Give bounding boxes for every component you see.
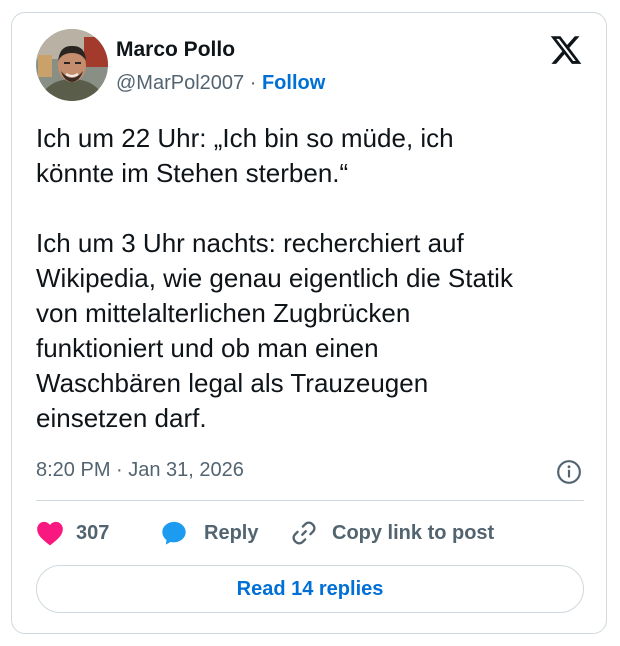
heart-icon [37,521,63,546]
speech-bubble-icon [162,521,186,545]
likes-count: 307 [76,522,110,544]
copy-link-label: Copy link to post [332,522,495,544]
copy-link-button[interactable]: Copy link to post [290,518,494,548]
x-logo-icon[interactable] [549,33,583,67]
author-handle-row: @MarPol2007 · Follow [116,71,325,95]
handle-separator: · [249,72,257,94]
reply-label: Reply [204,522,259,544]
reply-button[interactable]: Reply [160,518,258,548]
link-icon [292,521,316,545]
author-handle[interactable]: @MarPol2007 [116,72,244,94]
like-button[interactable]: 307 [36,518,109,548]
divider [36,500,584,501]
follow-link[interactable]: Follow [262,72,325,94]
tweet-text: Ich um 22 Uhr: „Ich bin so müde, ich kön… [36,123,513,433]
tweet-timestamp[interactable]: 8:20 PM · Jan 31, 2026 [36,458,244,482]
author-name[interactable]: Marco Pollo [116,37,235,63]
avatar-photo [36,29,108,101]
read-replies-button[interactable]: Read 14 replies [36,565,584,613]
tweet-card: Marco Pollo @MarPol2007 · Follow Ich um … [11,12,607,634]
avatar[interactable] [36,29,108,101]
info-icon[interactable] [556,459,582,485]
